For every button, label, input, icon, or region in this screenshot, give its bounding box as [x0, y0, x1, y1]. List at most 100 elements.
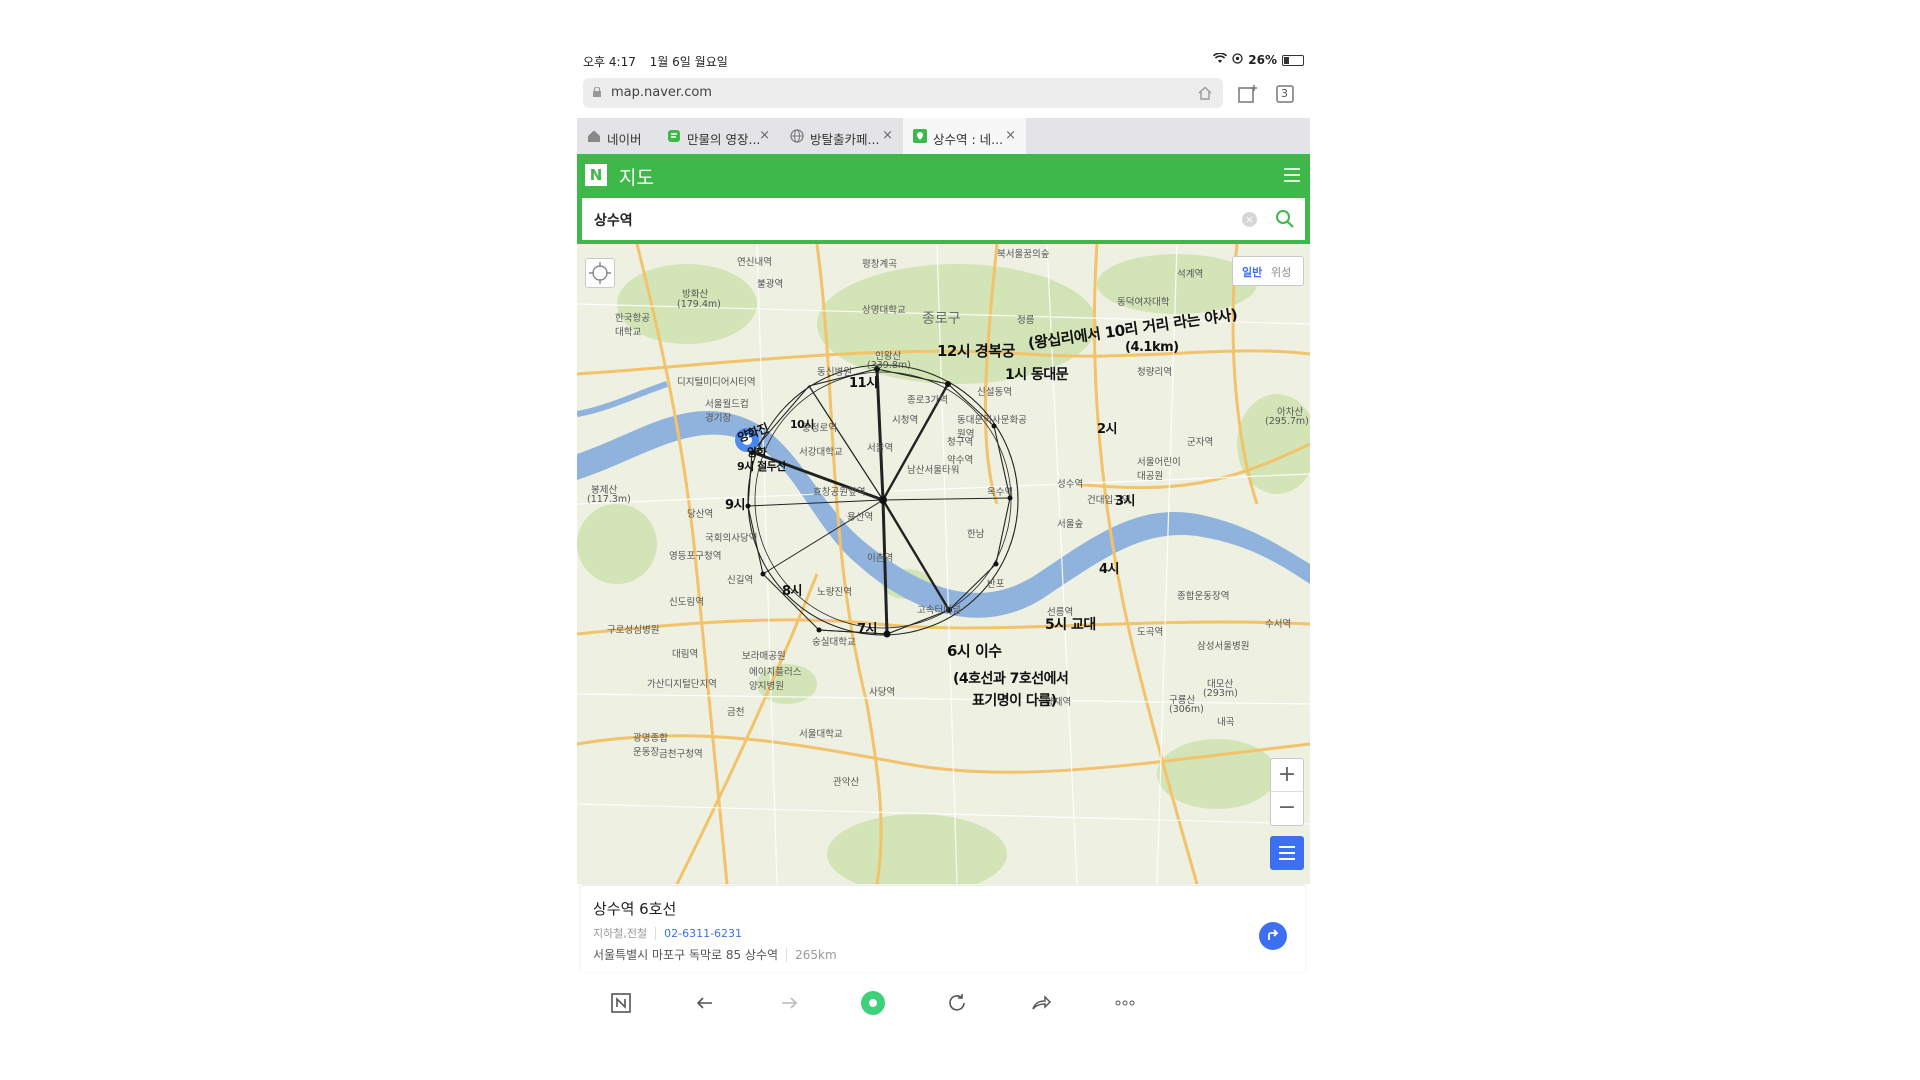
map-label: 약수역 [947, 455, 974, 466]
battery-percent: 26% [1248, 53, 1277, 67]
annotation-12-distance: (4.1km) [1125, 340, 1179, 355]
annotation-4: 4시 [1099, 562, 1120, 577]
map-label: 동덕여자대학 [1117, 297, 1170, 308]
map-label: (295.7m) [1265, 416, 1309, 427]
map-label: 용산역 [847, 512, 874, 523]
map-view[interactable]: 연신내역 불광역 평창계곡 북서울꿈의숲 석계역 방화산 (179.4m) 한국… [577, 244, 1310, 884]
map-label: 도곡역 [1137, 627, 1164, 638]
annotation-5: 5시 교대 [1045, 617, 1096, 633]
directions-button[interactable] [1259, 922, 1287, 950]
map-label: 관악산 [833, 777, 860, 788]
share-icon[interactable] [1028, 990, 1054, 1016]
annotation-8: 8시 [782, 584, 803, 599]
map-pin-icon [913, 129, 927, 143]
map-label: 서울월드컵경기장 [705, 399, 749, 424]
location-lock-icon [1232, 53, 1243, 67]
tab-naver[interactable]: 네이버 [577, 118, 657, 154]
new-tab-icon[interactable] [1237, 83, 1259, 105]
place-name[interactable]: 상수역 6호선 [593, 898, 676, 919]
cafe-icon [667, 129, 681, 143]
map-label: 금천 [727, 707, 745, 718]
tab-escape-cafe[interactable]: 방탈출카페... × [780, 118, 903, 154]
search-icon[interactable] [1275, 209, 1295, 229]
map-type-toggle: 일반 위성 [1232, 256, 1304, 286]
naver-home-icon[interactable] [608, 990, 634, 1016]
list-view-button[interactable] [1270, 836, 1304, 870]
home-icon[interactable] [1197, 85, 1213, 101]
map-label: 석계역 [1177, 269, 1204, 280]
home-icon [587, 129, 601, 143]
map-label: 사당역 [869, 687, 896, 698]
tab-cafe[interactable]: 만물의 영장... × [657, 118, 780, 154]
map-label: 숭실대학교 [812, 637, 856, 648]
place-category: 지하철,전철 [593, 927, 648, 940]
green-dot-icon[interactable] [860, 990, 886, 1016]
annotation-2: 2시 [1097, 422, 1118, 437]
search-input[interactable] [582, 198, 1236, 242]
map-type-general[interactable]: 일반 [1242, 264, 1262, 280]
close-tab-icon[interactable]: × [882, 128, 893, 143]
place-phone[interactable]: 02-6311-6231 [655, 927, 743, 940]
zoom-control: + − [1270, 758, 1304, 826]
map-label: 동신병원 [817, 367, 852, 378]
search-bar: × [577, 198, 1310, 244]
tab-switcher-button[interactable]: 3 [1274, 83, 1296, 105]
map-label: 보라매공원 [742, 651, 786, 662]
zoom-in-button[interactable]: + [1271, 759, 1303, 792]
current-location-button[interactable] [585, 258, 615, 288]
map-label: (293m) [1203, 688, 1238, 699]
back-icon[interactable] [692, 990, 718, 1016]
place-info-card[interactable]: 상수역 6호선 지하철,전철 02-6311-6231 서울특별시 마포구 독막로… [581, 886, 1305, 972]
map-label: (117.3m) [587, 494, 631, 505]
map-label: 청구역 [947, 437, 974, 448]
menu-icon[interactable] [1284, 168, 1300, 182]
map-label: 방화산 [682, 289, 709, 300]
place-address: 서울특별시 마포구 독막로 85 상수역 [593, 948, 779, 962]
status-bar: 오후 4:17 1월 6일 월요일 26% [577, 50, 1310, 72]
annotation-7: 7시 [857, 622, 878, 637]
tab-bar: 네이버 만물의 영장... × 방탈출카페... × 상수역 : 네... × [577, 118, 1310, 154]
map-label: 대림역 [672, 649, 699, 660]
battery-icon [1282, 54, 1304, 66]
map-label: 당산역 [687, 509, 714, 520]
close-tab-icon[interactable]: × [759, 128, 770, 143]
map-label: 반포 [987, 579, 1005, 590]
more-icon[interactable] [1112, 990, 1138, 1016]
clear-icon[interactable]: × [1242, 212, 1257, 227]
map-type-satellite[interactable]: 위성 [1271, 264, 1291, 280]
map-label: 효창공원앞역 [813, 487, 866, 498]
annotation-10: 10시 [790, 418, 814, 431]
map-label: 에이치플러스양지병원 [749, 667, 802, 692]
map-label: 삼성서울병원 [1197, 641, 1250, 652]
address-bar[interactable]: map.naver.com [583, 78, 1223, 108]
map-label: 영등포구청역 [669, 551, 722, 562]
forward-icon[interactable] [776, 990, 802, 1016]
map-label: 디지털미디어시티역 [677, 377, 756, 388]
tablet-screen: 오후 4:17 1월 6일 월요일 26% map.naver.com 3 네이… [577, 50, 1310, 1025]
annotation-jeoldusan: 9시 절두산 [737, 460, 786, 473]
annotation-9: 9시 [725, 498, 746, 513]
status-date: 1월 6일 월요일 [649, 55, 728, 69]
refresh-icon[interactable] [944, 990, 970, 1016]
map-label: 연신내역 [737, 257, 772, 268]
annotation-3: 3시 [1115, 494, 1136, 509]
map-label: 상명대학교 [862, 305, 906, 316]
zoom-out-button[interactable]: − [1271, 792, 1303, 824]
close-tab-icon[interactable]: × [1005, 128, 1016, 143]
map-label: 정릉 [1017, 315, 1035, 326]
map-label: 고속터미널 [917, 605, 961, 616]
annotation-6-note: (4호선과 7호선에서 [953, 671, 1069, 687]
map-label: 북서울꿈의숲 [997, 249, 1050, 260]
naver-logo[interactable]: N [585, 164, 607, 186]
map-label: 노량진역 [817, 587, 852, 598]
tab-map[interactable]: 상수역 : 네... × [903, 118, 1026, 154]
map-label: 군자역 [1187, 437, 1214, 448]
annotation-1: 1시 동대문 [1005, 367, 1069, 383]
status-time: 오후 4:17 [583, 55, 636, 69]
globe-icon [790, 129, 804, 143]
map-label: 시청역 [892, 415, 919, 426]
map-label: 서울숲 [1057, 519, 1084, 530]
map-label: 종로3가역 [907, 395, 949, 406]
browser-toolbar [577, 980, 1310, 1025]
map-label: 한국항공대학교 [615, 313, 650, 338]
